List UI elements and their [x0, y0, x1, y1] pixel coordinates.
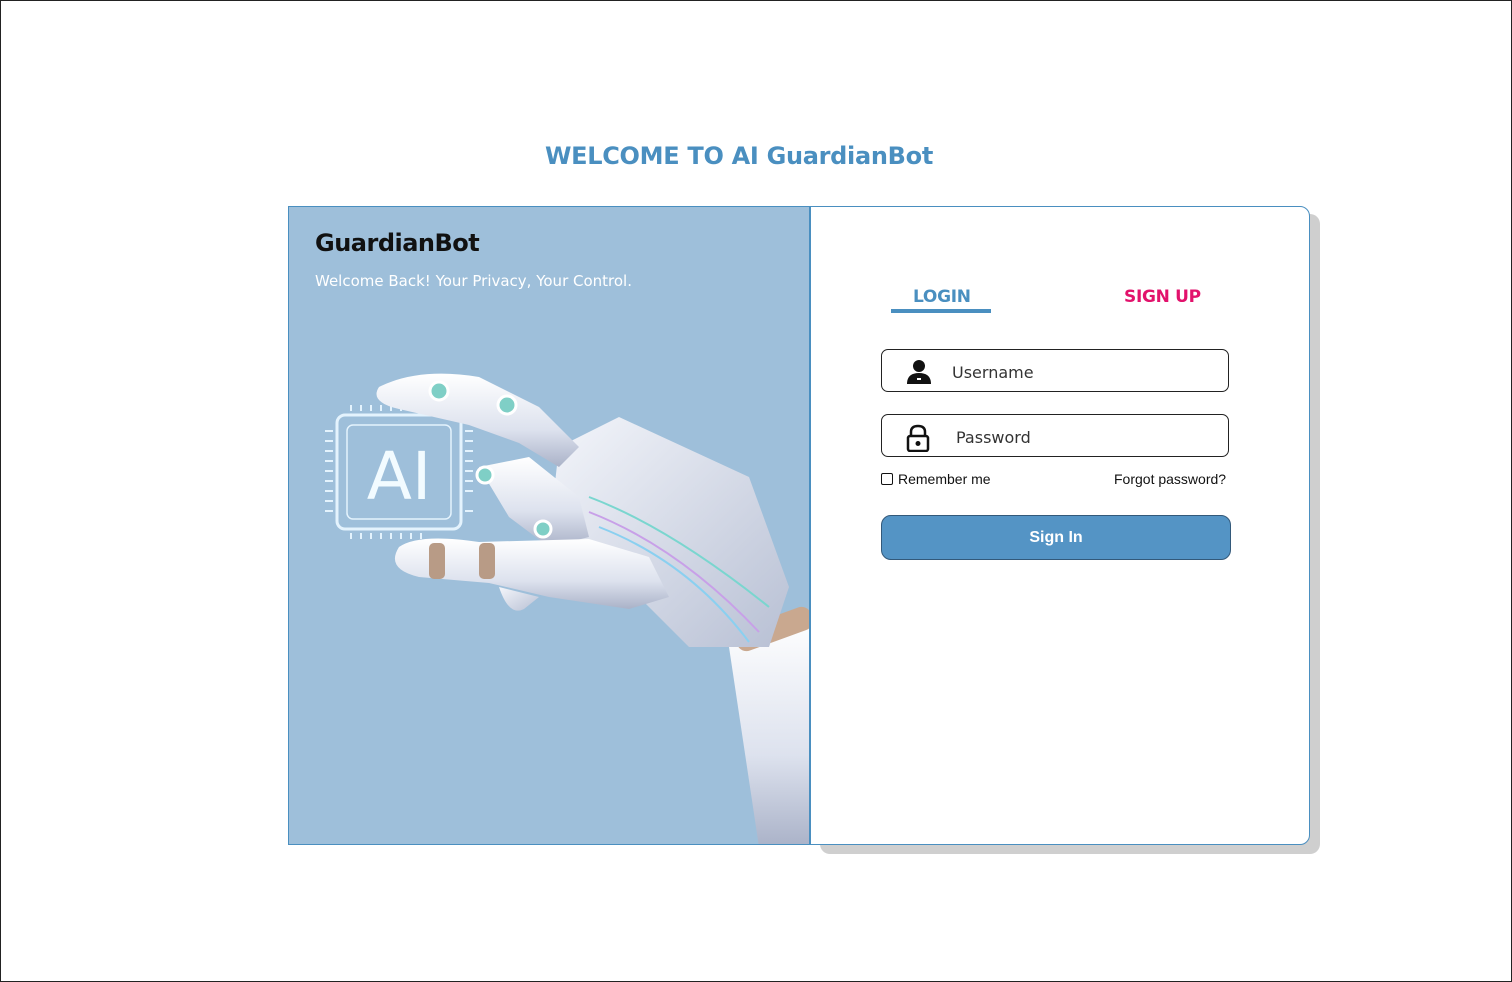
hero-tagline: Welcome Back! Your Privacy, Your Control…: [315, 272, 632, 290]
tab-login[interactable]: LOGIN: [913, 287, 971, 307]
brand-name: GuardianBot: [315, 229, 480, 257]
password-input[interactable]: [954, 423, 1218, 451]
tab-active-indicator: [891, 309, 991, 313]
password-field[interactable]: [881, 414, 1229, 457]
page-title: WELCOME TO AI GuardianBot: [544, 142, 934, 170]
lock-icon: [906, 424, 930, 457]
user-icon: [906, 359, 932, 390]
remember-checkbox[interactable]: [881, 473, 893, 485]
forgot-password-link[interactable]: Forgot password?: [1114, 471, 1226, 487]
sign-in-button[interactable]: Sign In: [881, 515, 1231, 560]
username-input[interactable]: [950, 358, 1214, 386]
robot-hand-illustration: AI: [325, 373, 809, 844]
remember-label: Remember me: [898, 471, 991, 487]
username-field[interactable]: [881, 349, 1229, 392]
chip-label: AI: [367, 438, 432, 515]
remember-me[interactable]: Remember me: [881, 471, 991, 487]
hero-panel: GuardianBot Welcome Back! Your Privacy, …: [288, 206, 810, 845]
auth-panel: LOGIN SIGN UP Remember me Forgot passwor…: [810, 206, 1310, 845]
tab-signup[interactable]: SIGN UP: [1124, 287, 1201, 307]
